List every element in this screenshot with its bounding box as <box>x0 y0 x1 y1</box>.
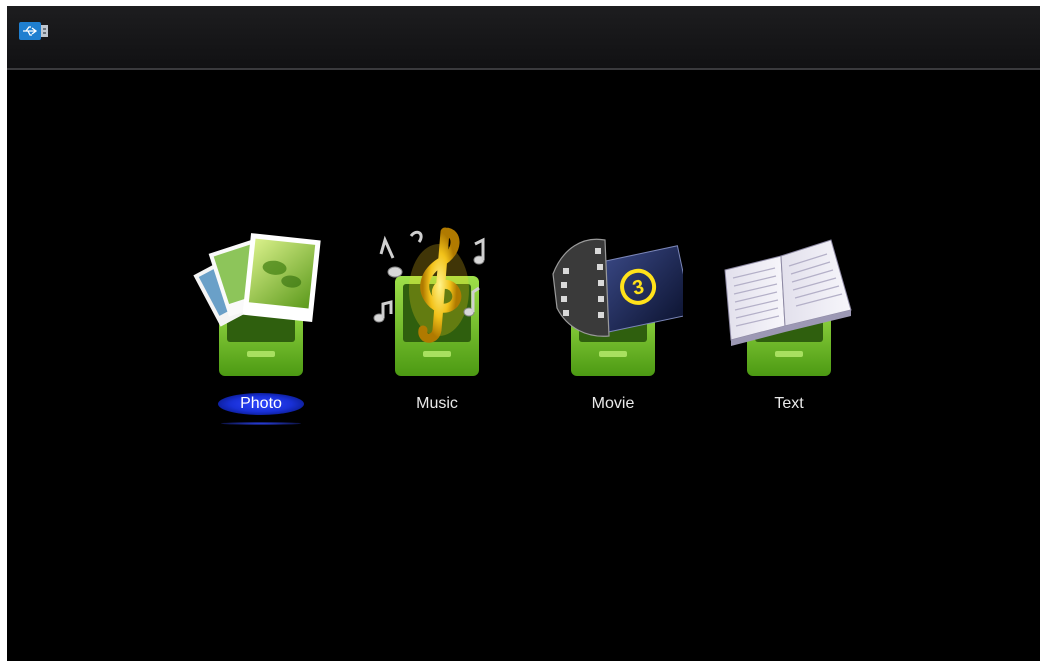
selection-underline <box>221 422 301 425</box>
film-reel-icon: 3 <box>552 238 683 376</box>
menu-item-label: Movie <box>591 395 635 412</box>
menu-item-movie[interactable]: 3 Movie <box>543 218 683 428</box>
menu-item-music[interactable]: Music <box>367 218 507 428</box>
music-notes-icon <box>373 227 485 376</box>
menu-item-label: Text <box>774 395 804 412</box>
menu-item-label: Music <box>416 395 458 412</box>
media-menu: Photo Music 3 Movie Text <box>7 6 1040 661</box>
menu-item-text[interactable]: Text <box>719 218 859 428</box>
media-center-screen: Photo Music 3 Movie Text <box>7 6 1040 661</box>
photo-stack-icon <box>193 233 321 376</box>
menu-item-label: Photo <box>240 395 282 412</box>
open-book-icon <box>724 239 852 376</box>
menu-item-photo[interactable]: Photo <box>191 218 331 428</box>
